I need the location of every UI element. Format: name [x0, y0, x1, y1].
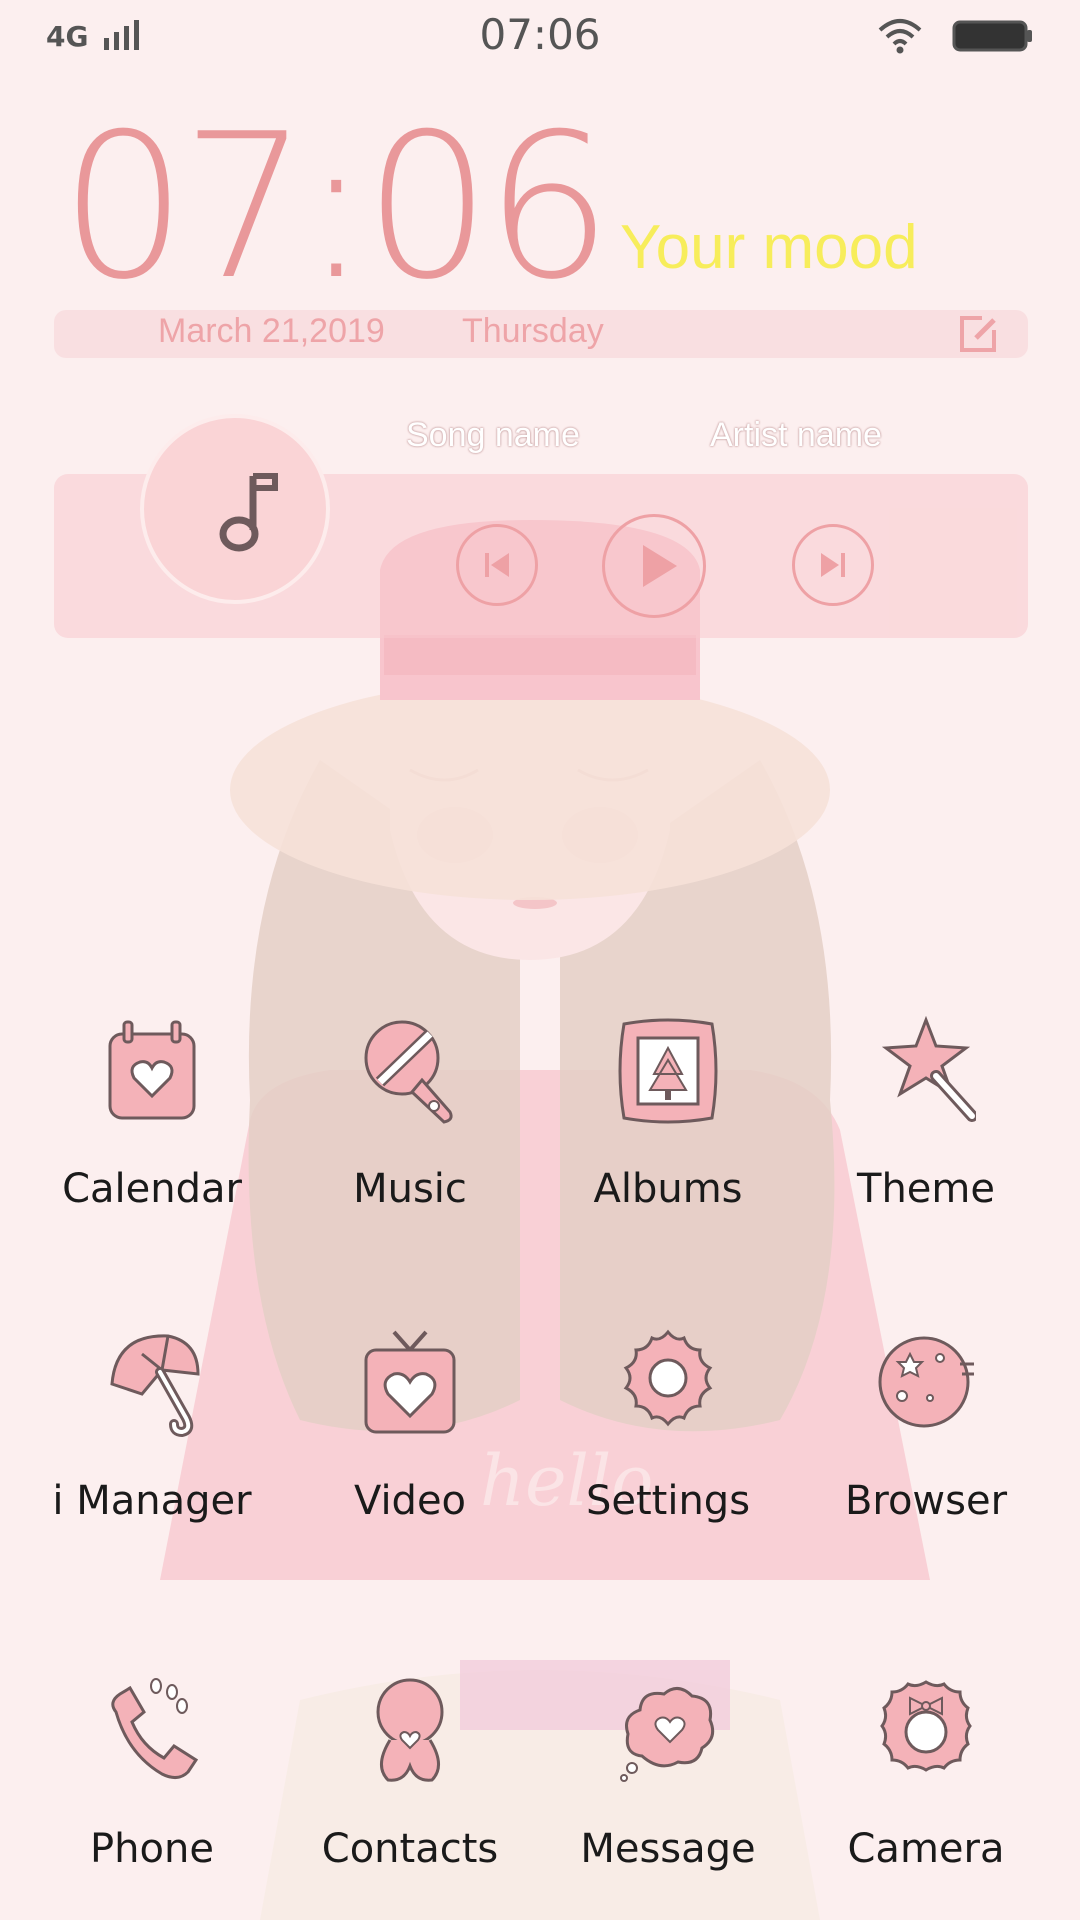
app-label: Settings — [585, 1478, 751, 1524]
app-camera[interactable]: Camera — [796, 1676, 1056, 1896]
app-music[interactable]: Music — [280, 1016, 540, 1236]
umbrella-icon — [110, 1334, 200, 1438]
app-label: Albums — [593, 1166, 743, 1212]
picture-frame-icon — [618, 1018, 718, 1124]
app-browser[interactable]: Browser — [796, 1328, 1056, 1548]
play-button[interactable] — [602, 514, 706, 618]
app-i-manager[interactable]: i Manager — [22, 1328, 282, 1548]
app-label: Camera — [847, 1826, 1005, 1872]
app-contacts[interactable]: Contacts — [280, 1676, 540, 1896]
cloud-heart-icon — [620, 1687, 715, 1782]
next-button[interactable] — [792, 524, 874, 606]
skip-back-icon — [485, 553, 509, 577]
app-label: Video — [353, 1478, 467, 1524]
status-bar: 4G 07:06 — [0, 0, 1080, 70]
weekday-label: Thursday — [462, 312, 604, 350]
app-message[interactable]: Message — [538, 1676, 798, 1896]
app-label: Message — [580, 1826, 756, 1872]
play-icon — [643, 545, 677, 587]
app-label: Calendar — [62, 1166, 242, 1212]
big-clock[interactable]: 07:06 — [60, 108, 612, 308]
gear-icon — [623, 1329, 713, 1427]
tv-heart-icon — [364, 1330, 456, 1434]
previous-button[interactable] — [456, 524, 538, 606]
music-disc[interactable] — [140, 414, 330, 604]
song-name: Song name — [406, 416, 580, 454]
planet-icon — [878, 1336, 974, 1428]
battery-icon — [952, 20, 1032, 52]
date-label: March 21,2019 — [158, 312, 385, 350]
app-albums[interactable]: Albums — [538, 1016, 798, 1236]
app-label: Contacts — [321, 1826, 499, 1872]
app-calendar[interactable]: Calendar — [22, 1016, 282, 1236]
edit-icon[interactable] — [956, 312, 1000, 356]
person-heart-icon — [376, 1678, 444, 1782]
music-note-icon — [219, 473, 278, 552]
app-phone[interactable]: Phone — [22, 1676, 282, 1896]
microphone-icon — [364, 1020, 453, 1124]
app-label: Browser — [844, 1478, 1008, 1524]
app-label: Music — [353, 1166, 467, 1212]
skip-forward-icon — [821, 553, 845, 577]
app-label: i Manager — [52, 1478, 252, 1524]
app-label: Theme — [857, 1166, 995, 1212]
mood-text[interactable]: Your mood — [620, 212, 918, 283]
artist-name: Artist name — [710, 416, 882, 454]
star-wand-icon — [881, 1016, 976, 1122]
phone-icon — [111, 1678, 199, 1779]
calendar-icon — [108, 1020, 196, 1120]
wifi-icon — [878, 19, 922, 54]
app-label: Phone — [90, 1826, 214, 1872]
app-video[interactable]: Video — [280, 1328, 540, 1548]
bow-camera-icon — [880, 1680, 972, 1772]
app-settings[interactable]: Settings — [538, 1328, 798, 1548]
app-theme[interactable]: Theme — [796, 1016, 1056, 1236]
